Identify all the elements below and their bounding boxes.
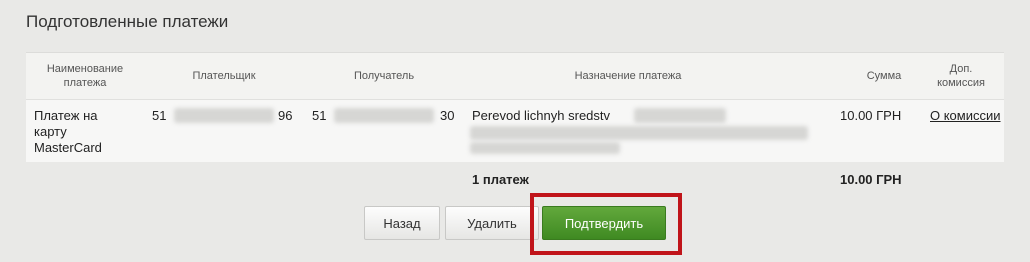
header-amount: Сумма bbox=[866, 70, 902, 82]
payment-purpose: Perevod lichnyh sredstv bbox=[472, 108, 611, 123]
recipient-redacted bbox=[334, 108, 434, 123]
total-count: 1 платеж bbox=[472, 172, 529, 187]
table-row[interactable]: Платеж на карту MasterCard 51 96 51 30 P… bbox=[26, 99, 1004, 162]
recipient-prefix: 51 bbox=[312, 108, 327, 123]
header-name: Наименование платежа bbox=[46, 63, 124, 89]
page-title: Подготовленные платежи bbox=[26, 12, 229, 31]
header-commission: Доп. комиссия bbox=[937, 63, 985, 89]
purpose-redacted-2 bbox=[470, 126, 808, 140]
commission-link[interactable]: О комиссии bbox=[930, 108, 1001, 124]
payment-amount: 10.00 ГРН bbox=[840, 108, 902, 123]
payer-prefix: 51 bbox=[152, 108, 167, 123]
payment-name: Платеж на карту MasterCard bbox=[34, 108, 102, 155]
confirm-button[interactable]: Подтвердить bbox=[542, 206, 666, 240]
purpose-redacted-3 bbox=[470, 142, 620, 154]
header-recipient: Получатель bbox=[353, 70, 415, 82]
totals-row: 1 платеж 10.00 ГРН bbox=[26, 162, 1004, 196]
header-purpose: Назначение платежа bbox=[574, 70, 682, 82]
payments-table: Наименование платежа Плательщик Получате… bbox=[26, 52, 1004, 196]
back-button[interactable]: Назад bbox=[364, 206, 440, 240]
purpose-redacted-1 bbox=[634, 108, 726, 123]
payer-suffix: 96 bbox=[278, 108, 293, 123]
delete-button[interactable]: Удалить bbox=[445, 206, 539, 240]
total-amount: 10.00 ГРН bbox=[840, 172, 902, 187]
header-payer: Плательщик bbox=[192, 70, 256, 82]
payer-redacted bbox=[174, 108, 274, 123]
recipient-suffix: 30 bbox=[440, 108, 455, 123]
table-header: Наименование платежа Плательщик Получате… bbox=[26, 52, 1004, 99]
